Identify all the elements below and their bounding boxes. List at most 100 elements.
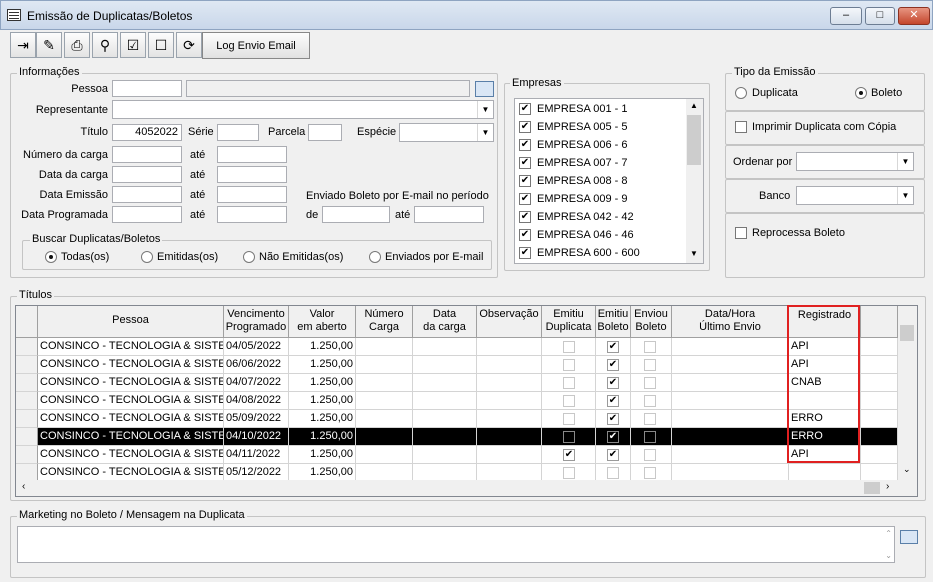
titulo-input[interactable]: 4052022 [112,124,182,141]
table-row[interactable]: CONSINCO - TECNOLOGIA & SISTEMAS04/11/20… [16,446,898,464]
enviou-boleto-checkbox[interactable] [644,395,656,407]
refresh-icon[interactable]: ⟳ [176,32,202,58]
data-emissao-ate-input[interactable] [217,186,287,203]
emitiu-boleto-checkbox[interactable] [607,467,619,479]
marketing-lookup-icon[interactable] [900,530,918,544]
checkbox-checked[interactable]: ✔ [519,247,531,259]
numero-carga-de-input[interactable] [112,146,182,163]
maximize-button[interactable]: □ [865,7,895,25]
scroll-up-icon[interactable]: ⌃ [885,529,892,538]
uncheck-all-icon[interactable]: ☐ [148,32,174,58]
empresa-item[interactable]: ✔ EMPRESA 006 - 6 [519,136,628,154]
radio-boleto[interactable] [855,87,867,99]
emitiu-boleto-checkbox[interactable]: ✔ [607,377,619,389]
table-row[interactable]: CONSINCO - TECNOLOGIA & SISTEMAS04/05/20… [16,338,898,356]
numero-carga-ate-input[interactable] [217,146,287,163]
emitiu-duplicata-checkbox[interactable] [563,395,575,407]
emitiu-boleto-checkbox[interactable]: ✔ [607,449,619,461]
radio-nao-emitidas[interactable] [243,251,255,263]
emitiu-boleto-checkbox[interactable]: ✔ [607,359,619,371]
grid-hscrollbar[interactable]: ‹ › [16,480,917,496]
header-numero-carga[interactable]: Número Carga [356,306,413,338]
close-button[interactable]: ✕ [898,7,930,25]
grid-scroll-thumb[interactable] [900,325,914,341]
scroll-left-icon[interactable]: ‹ [22,481,25,492]
scroll-down-icon[interactable]: ⌄ [885,551,892,560]
data-programada-de-input[interactable] [112,206,182,223]
marketing-textarea[interactable]: ⌃ ⌄ [17,526,895,563]
banco-select[interactable]: ▼ [796,186,914,205]
serie-input[interactable] [217,124,259,141]
pessoa-lookup-icon[interactable] [475,81,494,97]
checkbox-checked[interactable]: ✔ [519,139,531,151]
checkbox-checked[interactable]: ✔ [519,121,531,133]
empresa-item[interactable]: ✔ EMPRESA 042 - 42 [519,208,634,226]
pessoa-code-input[interactable] [112,80,182,97]
checkbox-checked[interactable]: ✔ [519,175,531,187]
checkbox-checked[interactable]: ✔ [519,193,531,205]
checkbox-checked[interactable]: ✔ [519,229,531,241]
emitiu-duplicata-checkbox[interactable] [563,341,575,353]
reprocessa-checkbox[interactable] [735,227,747,239]
empresa-item[interactable]: ✔ EMPRESA 008 - 8 [519,172,628,190]
radio-emitidas[interactable] [141,251,153,263]
data-emissao-de-input[interactable] [112,186,182,203]
radio-duplicata[interactable] [735,87,747,99]
enviou-boleto-checkbox[interactable] [644,449,656,461]
header-emitiu-duplicata[interactable]: Emitiu Duplicata [542,306,596,338]
representante-select[interactable]: ▼ [112,100,494,119]
header-pessoa[interactable]: Pessoa [38,306,224,338]
emitiu-boleto-checkbox[interactable]: ✔ [607,341,619,353]
emitiu-boleto-checkbox[interactable]: ✔ [607,413,619,425]
enviou-boleto-checkbox[interactable] [644,359,656,371]
header-emitiu-boleto[interactable]: Emitiu Boleto [596,306,631,338]
data-carga-de-input[interactable] [112,166,182,183]
header-enviou-boleto[interactable]: Enviou Boleto [631,306,672,338]
checkbox-checked[interactable]: ✔ [519,211,531,223]
scroll-thumb[interactable] [687,115,701,165]
scroll-down-icon[interactable]: ⌄ [903,464,911,475]
radio-enviados-email[interactable] [369,251,381,263]
table-row[interactable]: CONSINCO - TECNOLOGIA & SISTEMAS05/09/20… [16,410,898,428]
print-icon[interactable]: ⎙ [64,32,90,58]
envio-de-input[interactable] [322,206,390,223]
empresas-list[interactable]: ✔ EMPRESA 001 - 1 ✔ EMPRESA 005 - 5 ✔ EMPRE… [514,98,704,264]
emitiu-duplicata-checkbox[interactable] [563,467,575,479]
edit-icon[interactable]: ✎ [36,32,62,58]
table-row[interactable]: CONSINCO - TECNOLOGIA & SISTEMAS04/08/20… [16,392,898,410]
empresa-item[interactable]: ✔ EMPRESA 600 - 600 [519,244,640,262]
titulos-grid[interactable]: Pessoa Vencimento Programado Valor em ab… [15,305,918,497]
empresas-scrollbar[interactable]: ▲ ▼ [686,99,703,263]
imprimir-copia-checkbox[interactable] [735,121,747,133]
grid-vscrollbar[interactable]: ⌄ [898,306,917,480]
empresa-item[interactable]: ✔ EMPRESA 046 - 46 [519,226,634,244]
data-carga-ate-input[interactable] [217,166,287,183]
search-icon[interactable]: ⚲ [92,32,118,58]
header-observacao[interactable]: Observação [477,306,542,338]
checkbox-checked[interactable]: ✔ [519,157,531,169]
ordenar-select[interactable]: ▼ [796,152,914,171]
table-row[interactable]: CONSINCO - TECNOLOGIA & SISTEMAS04/10/20… [16,428,898,446]
enviou-boleto-checkbox[interactable] [644,431,656,443]
check-all-icon[interactable]: ☑ [120,32,146,58]
header-valor[interactable]: Valor em aberto [289,306,356,338]
scroll-up-icon[interactable]: ▲ [690,101,698,110]
header-data-hora-envio[interactable]: Data/Hora Último Envio [672,306,789,338]
minimize-button[interactable]: – [830,7,862,25]
emitiu-duplicata-checkbox[interactable] [563,413,575,425]
exit-icon[interactable]: ⇥ [10,32,36,58]
header-data-carga[interactable]: Data da carga [413,306,477,338]
especie-select[interactable]: ▼ [399,123,494,142]
enviou-boleto-checkbox[interactable] [644,341,656,353]
emitiu-duplicata-checkbox[interactable] [563,359,575,371]
empresa-item[interactable]: ✔ EMPRESA 007 - 7 [519,154,628,172]
enviou-boleto-checkbox[interactable] [644,377,656,389]
log-envio-email-button[interactable]: Log Envio Email [202,32,310,59]
data-programada-ate-input[interactable] [217,206,287,223]
enviou-boleto-checkbox[interactable] [644,413,656,425]
checkbox-checked[interactable]: ✔ [519,103,531,115]
enviou-boleto-checkbox[interactable] [644,467,656,479]
emitiu-duplicata-checkbox[interactable] [563,377,575,389]
emitiu-boleto-checkbox[interactable]: ✔ [607,431,619,443]
scroll-down-icon[interactable]: ▼ [690,249,698,258]
